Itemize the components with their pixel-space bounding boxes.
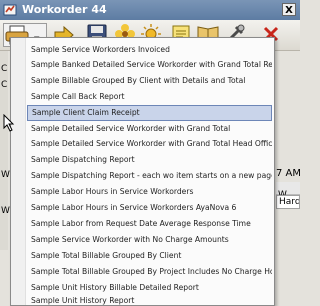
background-label: C <box>1 80 8 90</box>
menu-item[interactable]: Sample Total Billable Grouped By Client <box>27 248 272 264</box>
background-grid-header: W <box>276 182 300 200</box>
menu-item[interactable]: Sample Unit History Billable Detailed Re… <box>27 280 272 296</box>
menu-item-highlighted[interactable]: Sample Client Claim Receipt <box>27 105 272 121</box>
menu-item[interactable]: Sample Labor from Request Date Average R… <box>27 216 272 232</box>
menu-item[interactable]: Sample Labor Hours in Service Workorders <box>27 184 272 200</box>
menu-icon-gutter <box>11 38 26 305</box>
menu-item[interactable]: Sample Unit History Report <box>27 295 272 305</box>
background-grid-cell[interactable]: Hard <box>276 195 300 209</box>
menu-item[interactable]: Sample Detailed Service Workorder with G… <box>27 121 272 137</box>
mouse-cursor-icon <box>3 113 15 136</box>
close-window-button[interactable]: X <box>282 3 296 16</box>
background-time-text: 7 AM <box>276 168 300 179</box>
app-logo-icon <box>3 3 17 17</box>
title-bar: Workorder 44 X <box>0 0 300 20</box>
menu-item[interactable]: Sample Service Workorders Invoiced <box>27 42 272 58</box>
background-label: W <box>1 206 10 216</box>
background-label: W <box>1 170 10 180</box>
menu-item[interactable]: Sample Dispatching Report <box>27 152 272 168</box>
menu-item[interactable]: Sample Call Back Report <box>27 89 272 105</box>
menu-item[interactable]: Sample Billable Grouped By Client with D… <box>27 73 272 89</box>
menu-item[interactable]: Sample Detailed Service Workorder with G… <box>27 136 272 152</box>
menu-item[interactable]: Sample Total Billable Grouped By Project… <box>27 264 272 280</box>
window-title: Workorder 44 <box>22 3 107 16</box>
menu-item[interactable]: Sample Banked Detailed Service Workorder… <box>27 57 272 73</box>
background-label: C <box>1 64 8 74</box>
menu-item[interactable]: Sample Labor Hours in Service Workorders… <box>27 200 272 216</box>
menu-item[interactable]: Sample Service Workorder with No Charge … <box>27 232 272 248</box>
menu-item[interactable]: Sample Dispatching Report - each wo item… <box>27 168 272 184</box>
report-dropdown-menu: Sample Service Workorders Invoiced Sampl… <box>10 37 275 306</box>
